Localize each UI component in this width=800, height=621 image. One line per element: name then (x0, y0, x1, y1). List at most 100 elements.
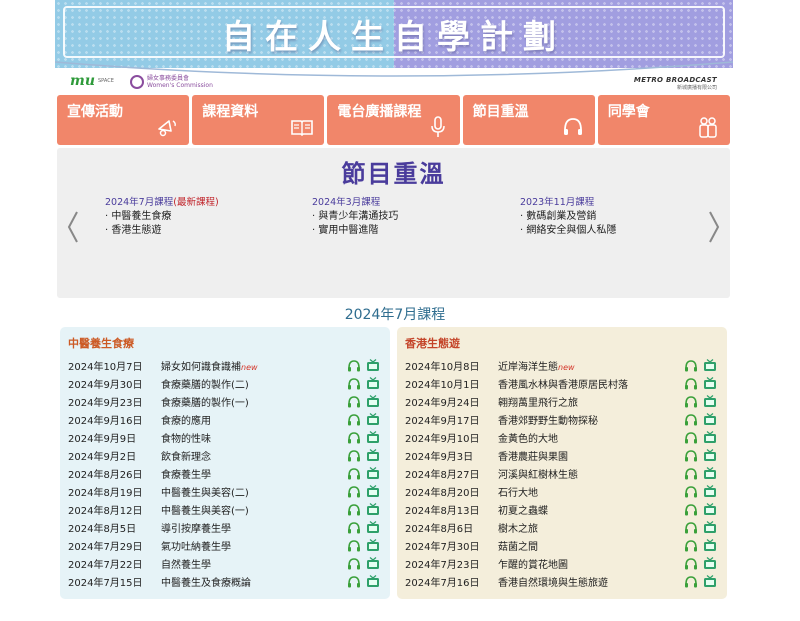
headphones-icon[interactable] (684, 449, 698, 462)
headphones-icon[interactable] (347, 395, 361, 408)
tv-icon[interactable] (366, 394, 380, 408)
episode-topic[interactable]: 中醫養生與美容(一) (161, 502, 347, 517)
headphones-icon[interactable] (684, 377, 698, 390)
episode-topic[interactable]: 食療藥膳的製作(一) (161, 394, 347, 409)
tv-icon[interactable] (366, 502, 380, 516)
tv-icon[interactable] (703, 484, 717, 498)
tv-icon[interactable] (366, 556, 380, 570)
tv-icon[interactable] (366, 448, 380, 462)
slide-course-item[interactable]: · 數碼創業及營銷 (520, 210, 616, 224)
episode-topic[interactable]: 自然養生學 (161, 556, 347, 571)
tv-icon[interactable] (703, 520, 717, 534)
tv-icon[interactable] (366, 574, 380, 588)
tv-icon[interactable] (703, 376, 717, 390)
tv-icon[interactable] (366, 466, 380, 480)
episode-topic[interactable]: 河溪與紅樹林生態 (498, 466, 684, 481)
headphones-icon[interactable] (684, 575, 698, 588)
headphones-icon[interactable] (684, 521, 698, 534)
slide-course-item[interactable]: · 與青少年溝通技巧 (312, 210, 398, 224)
episode-topic[interactable]: 導引按摩養生學 (161, 520, 347, 535)
headphones-icon[interactable] (347, 485, 361, 498)
tv-icon[interactable] (703, 430, 717, 444)
tv-icon[interactable] (703, 574, 717, 588)
tv-icon[interactable] (703, 448, 717, 462)
slide-course-item[interactable]: · 中醫養生食療 (105, 210, 219, 224)
headphones-icon[interactable] (347, 503, 361, 516)
nav-item-promotions[interactable]: 宣傳活動 (57, 95, 190, 145)
episode-topic[interactable]: 氣功吐納養生學 (161, 538, 347, 553)
nav-item-replay[interactable]: 節目重溫 (462, 95, 595, 145)
tv-icon[interactable] (366, 430, 380, 444)
episode-topic[interactable]: 乍醒的賞花地圖 (498, 556, 684, 571)
tv-icon[interactable] (366, 538, 380, 552)
slide-course-title[interactable]: 2024年3月課程 (312, 196, 398, 210)
episode-topic[interactable]: 食療藥膳的製作(二) (161, 376, 347, 391)
episode-topic[interactable]: 食療的應用 (161, 412, 347, 427)
headphones-icon[interactable] (684, 485, 698, 498)
tv-icon[interactable] (703, 394, 717, 408)
headphones-icon[interactable] (684, 539, 698, 552)
episode-topic[interactable]: 菇菌之間 (498, 538, 684, 553)
tv-icon[interactable] (703, 358, 717, 372)
slide-course-item[interactable]: · 實用中醫進階 (312, 224, 398, 238)
episode-topic[interactable]: 香港農莊與果園 (498, 448, 684, 463)
tv-icon[interactable] (703, 538, 717, 552)
tv-icon[interactable] (366, 484, 380, 498)
headphones-icon[interactable] (347, 557, 361, 570)
episode-topic[interactable]: 初夏之蟲蝶 (498, 502, 684, 517)
tv-icon[interactable] (703, 556, 717, 570)
tv-icon[interactable] (703, 412, 717, 426)
tv-icon[interactable] (703, 502, 717, 516)
tv-icon[interactable] (366, 412, 380, 426)
episode-topic[interactable]: 香港風水林與香港原居民村落 (498, 376, 684, 391)
episode-topic[interactable]: 近岸海洋生態new (498, 358, 684, 373)
tv-icon[interactable] (703, 466, 717, 480)
headphones-icon[interactable] (347, 431, 361, 444)
slide-course-title[interactable]: 2024年7月課程(最新課程) (105, 196, 219, 210)
episode-topic[interactable]: 婦女如何識食識補new (161, 358, 347, 373)
episode-topic[interactable]: 石行大地 (498, 484, 684, 499)
episode-topic[interactable]: 中醫養生與美容(二) (161, 484, 347, 499)
hku-space-logo[interactable]: mu SPACE (70, 73, 114, 89)
headphones-icon[interactable] (684, 557, 698, 570)
metro-broadcast-logo[interactable]: METRO BROADCAST 新城廣播有限公司 (634, 76, 717, 91)
headphones-icon[interactable] (347, 377, 361, 390)
headphones-icon[interactable] (347, 359, 361, 372)
episode-topic[interactable]: 香港郊野野生動物探秘 (498, 412, 684, 427)
womens-commission-logo[interactable]: 婦女事務委員會 Women's Commission (130, 75, 213, 89)
slide-course-item[interactable]: · 香港生態遊 (105, 224, 219, 238)
slide-course-item[interactable]: · 網絡安全與個人私隱 (520, 224, 616, 238)
episode-topic[interactable]: 食物的性味 (161, 430, 347, 445)
nav-item-alumni[interactable]: 同學會 (597, 95, 731, 145)
episode-topic[interactable]: 翱翔萬里飛行之旅 (498, 394, 684, 409)
headphones-icon[interactable] (684, 431, 698, 444)
episode-topic[interactable]: 香港自然環境與生態旅遊 (498, 574, 684, 589)
headphones-icon[interactable] (684, 359, 698, 372)
nav-item-course-info[interactable]: 課程資料 (192, 95, 325, 145)
headphones-icon[interactable] (684, 467, 698, 480)
nav-item-radio-course[interactable]: 電台廣播課程 (327, 95, 460, 145)
headphones-icon[interactable] (347, 539, 361, 552)
episode-topic[interactable]: 金黃色的大地 (498, 430, 684, 445)
headphones-icon[interactable] (684, 413, 698, 426)
slider-next-arrow-icon[interactable] (706, 210, 722, 244)
episode-topic[interactable]: 中醫養生及食療概論 (161, 574, 347, 589)
slide-course-2024-07[interactable]: 2024年7月課程(最新課程) · 中醫養生食療 · 香港生態遊 (105, 196, 219, 238)
headphones-icon[interactable] (684, 395, 698, 408)
tv-icon[interactable] (366, 376, 380, 390)
headphones-icon[interactable] (347, 449, 361, 462)
slider-prev-arrow-icon[interactable] (65, 210, 81, 244)
episode-topic[interactable]: 飲食新理念 (161, 448, 347, 463)
headphones-icon[interactable] (347, 467, 361, 480)
tv-icon[interactable] (366, 520, 380, 534)
episode-topic[interactable]: 食療養生學 (161, 466, 347, 481)
headphones-icon[interactable] (347, 521, 361, 534)
slide-course-2023-11[interactable]: 2023年11月課程 · 數碼創業及營銷 · 網絡安全與個人私隱 (520, 196, 616, 238)
slide-course-2024-03[interactable]: 2024年3月課程 · 與青少年溝通技巧 · 實用中醫進階 (312, 196, 398, 238)
headphones-icon[interactable] (347, 413, 361, 426)
headphones-icon[interactable] (347, 575, 361, 588)
slide-course-title[interactable]: 2023年11月課程 (520, 196, 616, 210)
headphones-icon[interactable] (684, 503, 698, 516)
tv-icon[interactable] (366, 358, 380, 372)
episode-topic[interactable]: 樹木之旅 (498, 520, 684, 535)
